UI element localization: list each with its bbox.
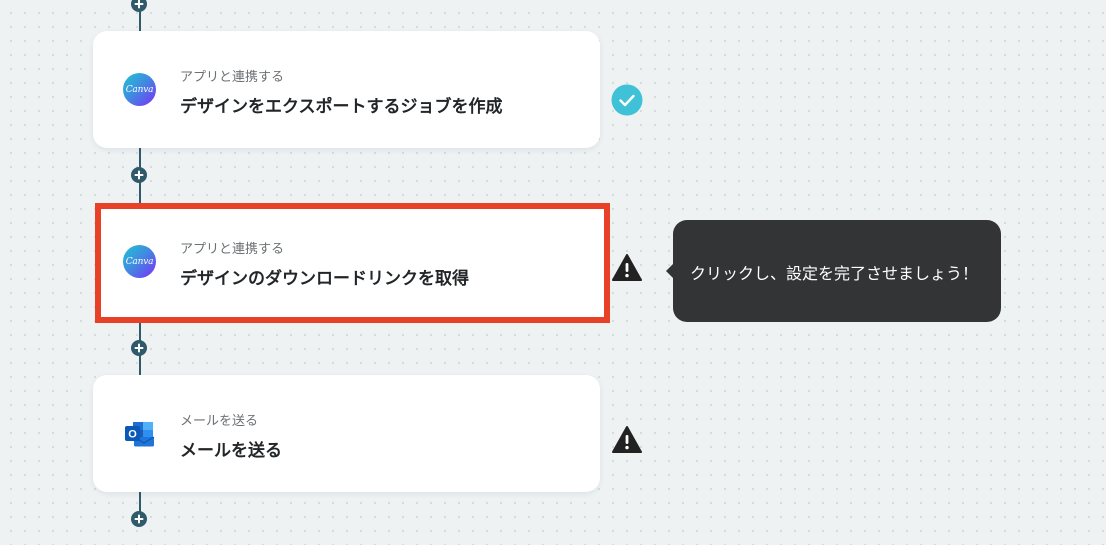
outlook-letter: O (128, 429, 137, 441)
canva-icon: Canva (123, 73, 156, 106)
canva-logo: Canva (123, 73, 156, 106)
outlook-logo: O (125, 422, 155, 447)
tooltip-arrow (666, 264, 673, 278)
step-subtitle: アプリと連携する (180, 70, 285, 85)
add-step-button[interactable] (131, 167, 147, 183)
step-subtitle: アプリと連携する (180, 242, 285, 257)
plus-icon (134, 514, 144, 524)
step-subtitle: メールを送る (180, 414, 259, 429)
canva-icon: Canva (123, 245, 156, 278)
step-title: メールを送る (180, 441, 282, 461)
flow-step-card-highlighted[interactable]: Canva アプリと連携する デザインのダウンロードリンクを取得 (95, 203, 610, 323)
tooltip-text: クリックし、設定を完了させましょう！ (690, 264, 979, 283)
outlook-icon: O (123, 417, 156, 450)
step-title: デザインをエクスポートするジョブを作成 (180, 97, 503, 117)
flow-canvas: Canva アプリと連携する デザインをエクスポートするジョブを作成 Canva… (0, 0, 1106, 545)
plus-icon (134, 343, 144, 353)
plus-icon (134, 0, 144, 9)
warning-icon (611, 424, 643, 456)
flow-step-card[interactable]: O メールを送る メールを送る (93, 375, 600, 492)
plus-icon (134, 170, 144, 180)
warning-icon (611, 252, 643, 284)
tooltip: クリックし、設定を完了させましょう！ (666, 220, 1001, 322)
add-step-button[interactable] (131, 340, 147, 356)
step-title: デザインのダウンロードリンクを取得 (180, 269, 469, 289)
canva-logo: Canva (123, 245, 156, 278)
add-step-button[interactable] (131, 0, 147, 12)
add-step-button[interactable] (131, 511, 147, 527)
flow-step-card[interactable]: Canva アプリと連携する デザインをエクスポートするジョブを作成 (93, 31, 600, 148)
check-circle-icon (611, 84, 643, 116)
